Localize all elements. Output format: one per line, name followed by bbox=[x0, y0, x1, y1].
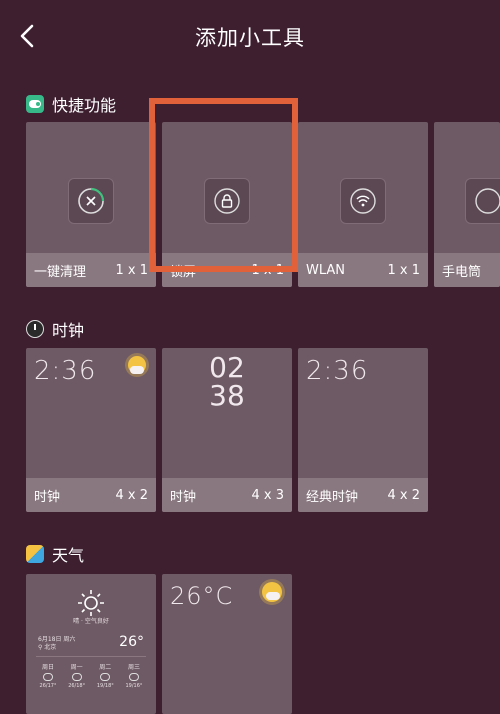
weather-temp-big: 26°C bbox=[170, 582, 234, 610]
clock-hour: 02 bbox=[209, 351, 245, 384]
weather-small-icon bbox=[71, 673, 82, 681]
weather-small-icon bbox=[43, 673, 53, 681]
forecast-day-label: 周日 bbox=[41, 664, 54, 671]
weather-condition: 晴 · 空气良好 bbox=[73, 618, 109, 625]
forecast-days: 周日 26/17° 周一 26/18° 周二 19/18° 周三 19/16° bbox=[36, 662, 146, 689]
forecast-hilo: 26/17° bbox=[39, 683, 57, 689]
top-bar: 添加小工具 bbox=[0, 0, 500, 76]
card-size: 1 x 1 bbox=[115, 262, 149, 278]
card-footer: 经典时钟 4 x 2 bbox=[298, 478, 428, 512]
section-title-clock: 时钟 bbox=[52, 321, 85, 340]
clock-minute: 38 bbox=[209, 379, 245, 412]
card-name: 手电筒 bbox=[442, 264, 482, 280]
forecast-day: 周三 19/16° bbox=[122, 662, 146, 689]
weather-temp: 26° bbox=[119, 634, 144, 650]
weather-location: ⚲ 北京 bbox=[38, 644, 57, 651]
divider bbox=[36, 656, 146, 657]
forecast-day-label: 周二 bbox=[99, 664, 112, 671]
weather-row: 晴 · 空气良好 6月18日 周六 ⚲ 北京 26° 周日 26/17° 周一 … bbox=[26, 574, 292, 714]
card-name: 锁屏 bbox=[170, 264, 197, 280]
forecast-day: 周二 19/18° bbox=[93, 662, 117, 689]
toggle-icon bbox=[26, 95, 44, 113]
widget-card-clock-4x2[interactable]: 2:36 时钟 4 x 2 bbox=[26, 348, 156, 512]
lock-icon bbox=[204, 178, 250, 225]
clock-time: 2:36 bbox=[306, 356, 369, 386]
widget-card-flashlight[interactable]: 手电筒 bbox=[434, 122, 500, 287]
flashlight-icon bbox=[465, 178, 500, 225]
card-size: 4 x 2 bbox=[115, 487, 149, 503]
section-title-weather: 天气 bbox=[52, 546, 85, 565]
card-name: 一键清理 bbox=[34, 264, 87, 280]
card-footer: 时钟 4 x 3 bbox=[162, 478, 292, 512]
weather-small-icon bbox=[128, 673, 139, 681]
card-size: 4 x 2 bbox=[387, 487, 421, 503]
forecast-hilo: 19/16° bbox=[125, 683, 143, 689]
card-size: 1 x 1 bbox=[387, 262, 421, 278]
section-header-weather: 天气 bbox=[26, 542, 84, 566]
widget-card-weather-detail[interactable]: 晴 · 空气良好 6月18日 周六 ⚲ 北京 26° 周日 26/17° 周一 … bbox=[26, 574, 156, 714]
sun-outline-icon bbox=[78, 590, 104, 616]
card-size: 4 x 3 bbox=[251, 487, 285, 503]
section-header-quick: 快捷功能 bbox=[26, 92, 116, 116]
widget-card-clean[interactable]: 一键清理 1 x 1 bbox=[26, 122, 156, 287]
clock-row: 2:36 时钟 4 x 2 02 38 时钟 4 x 3 2:36 经典时钟 4… bbox=[26, 348, 428, 513]
forecast-hilo: 19/18° bbox=[96, 683, 114, 689]
forecast-hilo: 26/18° bbox=[68, 683, 86, 689]
card-name: 时钟 bbox=[170, 489, 197, 505]
card-footer: 一键清理 1 x 1 bbox=[26, 253, 156, 287]
forecast-day: 周日 26/17° bbox=[36, 662, 60, 689]
forecast-day: 周一 26/18° bbox=[65, 662, 89, 689]
quick-row: 一键清理 1 x 1 锁屏 1 x 1 WLAN 1 x 1 手电筒 bbox=[26, 122, 500, 287]
card-footer: 时钟 4 x 2 bbox=[26, 478, 156, 512]
widget-card-wlan[interactable]: WLAN 1 x 1 bbox=[298, 122, 428, 287]
card-name: 时钟 bbox=[34, 489, 61, 505]
widget-card-lock[interactable]: 锁屏 1 x 1 bbox=[162, 122, 292, 287]
widget-card-clock-4x3[interactable]: 02 38 时钟 4 x 3 bbox=[162, 348, 292, 512]
card-size: 1 x 1 bbox=[251, 262, 285, 278]
card-footer: 手电筒 bbox=[434, 253, 500, 287]
card-footer: 锁屏 1 x 1 bbox=[162, 253, 292, 287]
weather-small-icon bbox=[100, 673, 111, 681]
wifi-icon bbox=[340, 178, 386, 225]
cloud-icon bbox=[266, 592, 280, 600]
clock-icon bbox=[26, 320, 44, 338]
card-name: WLAN bbox=[306, 262, 346, 278]
clean-icon bbox=[68, 178, 114, 225]
forecast-day-label: 周三 bbox=[127, 664, 140, 671]
clock-stack: 02 38 bbox=[162, 354, 292, 410]
page-title: 添加小工具 bbox=[195, 26, 305, 50]
cloud-icon bbox=[130, 366, 144, 374]
forecast-day-label: 周一 bbox=[70, 664, 83, 671]
clock-time: 2:36 bbox=[34, 356, 97, 386]
card-name: 经典时钟 bbox=[306, 489, 359, 505]
card-footer: WLAN 1 x 1 bbox=[298, 253, 428, 287]
weather-icon bbox=[26, 545, 44, 563]
section-header-clock: 时钟 bbox=[26, 317, 84, 341]
section-title-quick: 快捷功能 bbox=[52, 96, 117, 115]
widget-card-weather-simple[interactable]: 26°C bbox=[162, 574, 292, 714]
widget-card-classic-clock[interactable]: 2:36 经典时钟 4 x 2 bbox=[298, 348, 428, 512]
